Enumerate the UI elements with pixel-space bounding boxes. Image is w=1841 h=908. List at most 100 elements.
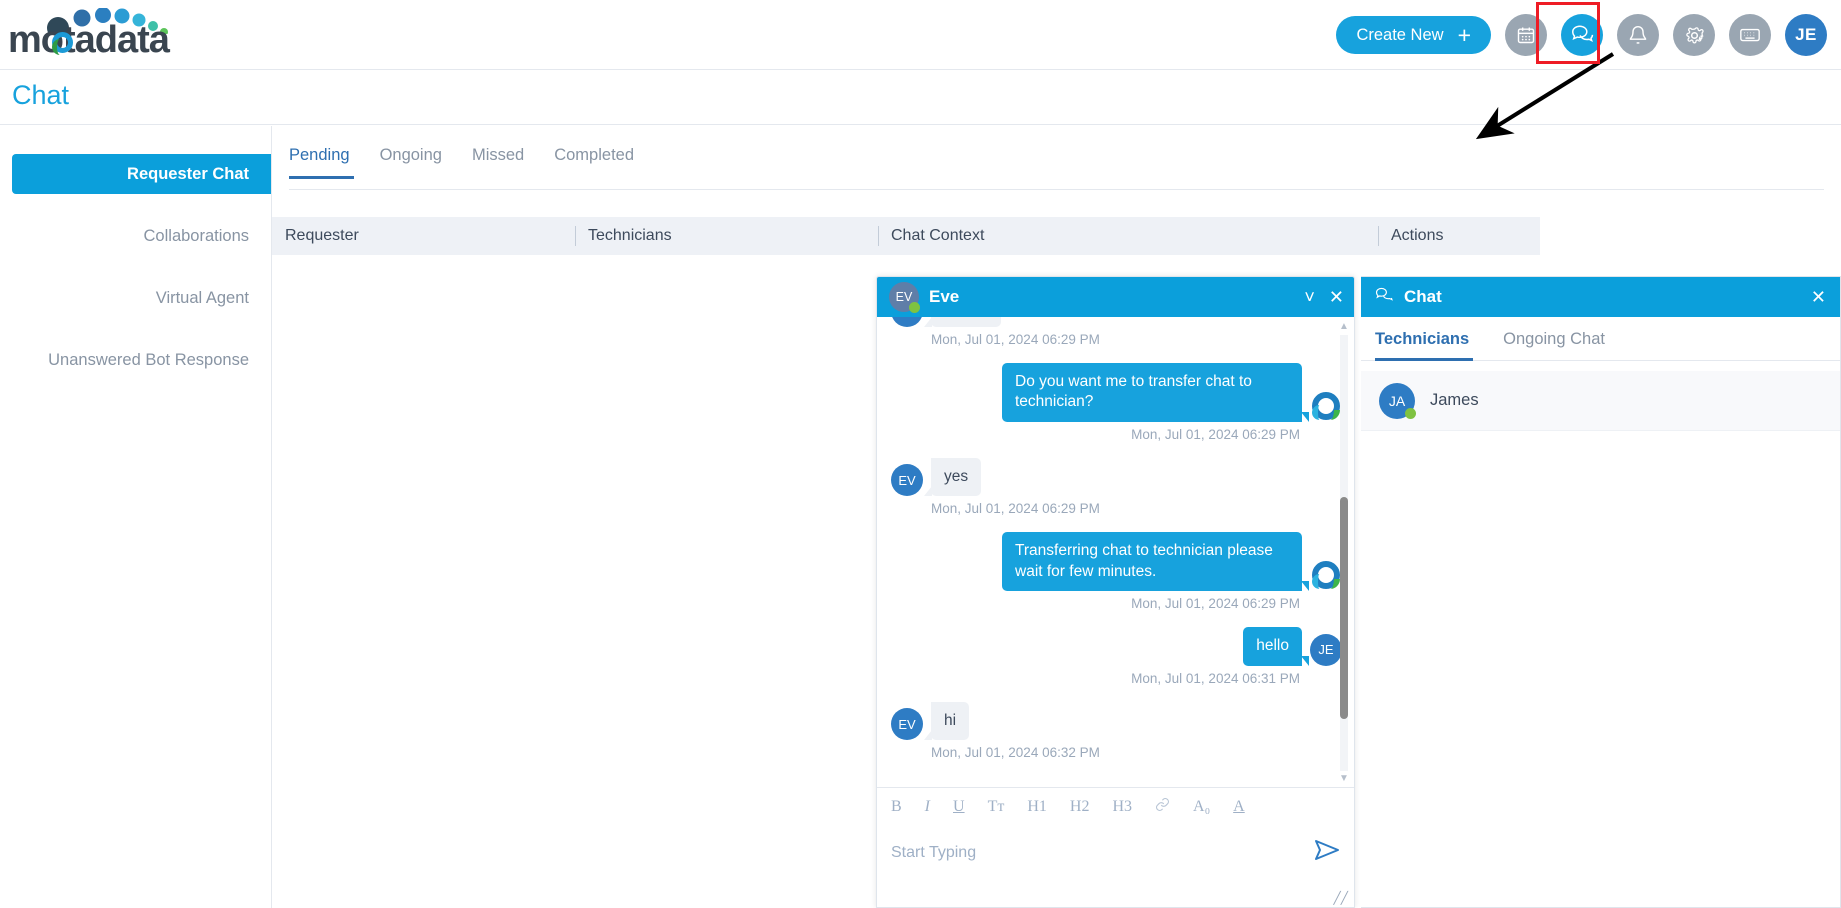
create-new-button[interactable]: Create New +	[1336, 16, 1491, 54]
close-icon[interactable]: ✕	[1811, 287, 1826, 308]
chat-window-title: Eve	[929, 287, 960, 306]
heading-1-icon[interactable]: H1	[1027, 798, 1047, 816]
chat-scrollbar[interactable]: ▲ ▼	[1338, 321, 1350, 785]
message-input[interactable]: Start Typing	[891, 844, 976, 862]
logo-wordmark: motadata	[8, 19, 170, 61]
left-sidebar: Requester Chat Collaborations Virtual Ag…	[0, 126, 272, 908]
online-status-dot	[1405, 407, 1416, 419]
message-bubble: hello	[1243, 627, 1309, 667]
link-icon[interactable]	[1155, 797, 1170, 817]
text-color-icon[interactable]: A	[1233, 798, 1245, 816]
chat-message: EV yes Mon, Jul 01, 2024 06:29 PM	[891, 457, 1342, 517]
sidebar-item-requester-chat[interactable]: Requester Chat	[12, 154, 271, 194]
chat-contact-avatar: EV	[889, 282, 920, 313]
editor-toolbar: B I U Tт H1 H2 H3 A₀ A	[877, 788, 1354, 817]
tabs-divider	[289, 189, 1824, 190]
avatar-initials: EV	[898, 472, 916, 488]
message-timestamp: Mon, Jul 01, 2024 06:32 PM	[931, 745, 1100, 761]
tab-label: Missed	[471, 146, 525, 164]
message-bubble	[924, 317, 1001, 327]
column-header-technicians[interactable]: Technicians	[575, 217, 878, 255]
tab-ongoing[interactable]: Ongoing	[380, 140, 460, 179]
chevron-down-icon[interactable]: ˅	[1304, 288, 1315, 306]
plus-icon: +	[1457, 21, 1471, 48]
message-timestamp: Mon, Jul 01, 2024 06:29 PM	[931, 501, 1100, 517]
chat-message-list[interactable]: EV Mon, Jul 01, 2024 06:29 PM Do you wan…	[877, 317, 1354, 789]
italic-icon[interactable]: I	[925, 798, 930, 816]
app-logo[interactable]: motadata	[8, 6, 208, 64]
tab-label: Completed	[554, 146, 635, 164]
sidebar-item-virtual-agent[interactable]: Virtual Agent	[0, 278, 271, 318]
avatar-initials: JA	[1388, 392, 1406, 409]
tab-completed[interactable]: Completed	[554, 140, 652, 179]
column-header-chat-context[interactable]: Chat Context	[878, 217, 1378, 255]
tab-pending[interactable]: Pending	[289, 140, 368, 179]
font-size-icon[interactable]: Tт	[988, 798, 1005, 816]
notification-bell-icon[interactable]	[1617, 14, 1659, 56]
column-label: Technicians	[588, 227, 672, 244]
top-header: motadata Create New + JE	[0, 0, 1841, 70]
technician-avatar: JA	[1379, 382, 1416, 419]
message-text: hi	[944, 711, 957, 729]
message-text: yes	[944, 467, 969, 485]
clear-format-icon[interactable]: A₀	[1193, 798, 1210, 816]
column-header-requester[interactable]: Requester	[272, 217, 575, 255]
message-timestamp: Mon, Jul 01, 2024 06:29 PM	[1131, 596, 1300, 612]
settings-gear-icon[interactable]	[1673, 14, 1715, 56]
chat-editor: B I U Tт H1 H2 H3 A₀ A Start Typing ╱╱	[877, 787, 1354, 907]
message-text: Do you want me to transfer chat to techn…	[1015, 373, 1252, 411]
avatar-initials: EV	[895, 290, 913, 304]
tab-label: Ongoing Chat	[1503, 330, 1605, 348]
page-title: Chat	[12, 80, 70, 110]
header-actions: Create New + JE	[1336, 0, 1827, 70]
keyboard-icon[interactable]	[1729, 14, 1771, 56]
chat-message: hello JE Mon, Jul 01, 2024 06:31 PM	[891, 627, 1342, 686]
underline-icon[interactable]: U	[953, 798, 965, 816]
tab-label: Pending	[289, 146, 350, 164]
chat-side-panel: Chat ✕ Technicians Ongoing Chat JA James	[1361, 276, 1841, 908]
column-header-actions[interactable]: Actions	[1378, 217, 1540, 255]
tab-technicians[interactable]: Technicians	[1375, 317, 1483, 361]
scroll-up-icon[interactable]: ▲	[1338, 321, 1350, 333]
send-icon[interactable]	[1314, 838, 1340, 867]
message-timestamp: Mon, Jul 01, 2024 06:29 PM	[931, 332, 1100, 347]
technician-name: James	[1430, 391, 1479, 409]
message-avatar: EV	[891, 317, 923, 327]
message-text: hello	[1256, 637, 1289, 655]
user-avatar[interactable]: JE	[1785, 14, 1827, 56]
avatar-initials: JE	[1795, 25, 1817, 44]
message-bubble: yes	[923, 457, 982, 497]
close-icon[interactable]: ✕	[1329, 288, 1344, 306]
chat-message: EV Mon, Jul 01, 2024 06:29 PM	[891, 317, 1342, 347]
chat-panel-title: Chat	[1404, 287, 1442, 306]
message-bubble: Do you want me to transfer chat to techn…	[1002, 363, 1309, 422]
status-tabs: Pending Ongoing Missed Completed	[289, 140, 664, 179]
technician-list-item[interactable]: JA James	[1361, 371, 1840, 431]
bold-icon[interactable]: B	[891, 798, 902, 816]
chat-icon	[1375, 286, 1395, 309]
column-label: Chat Context	[891, 227, 985, 244]
column-label: Actions	[1391, 227, 1444, 244]
tab-label: Ongoing	[379, 146, 442, 164]
sidebar-item-collaborations[interactable]: Collaborations	[0, 216, 271, 256]
scroll-down-icon[interactable]: ▼	[1338, 773, 1350, 785]
heading-3-icon[interactable]: H3	[1112, 798, 1132, 816]
chat-message: Do you want me to transfer chat to techn…	[891, 363, 1342, 442]
tab-ongoing-chat[interactable]: Ongoing Chat	[1503, 317, 1619, 360]
sidebar-item-unanswered-bot-response[interactable]: Unanswered Bot Response	[0, 340, 271, 380]
message-avatar: EV	[891, 464, 923, 497]
chat-icon[interactable]	[1561, 14, 1603, 56]
sidebar-item-label: Unanswered Bot Response	[48, 350, 249, 369]
heading-2-icon[interactable]: H2	[1070, 798, 1090, 816]
calendar-icon[interactable]	[1505, 14, 1547, 56]
tab-label: Technicians	[1375, 330, 1470, 348]
page-title-bar: Chat	[0, 70, 1841, 125]
resize-handle-icon[interactable]: ╱╱	[1334, 891, 1348, 905]
avatar-initials: EV	[898, 716, 916, 732]
tab-missed[interactable]: Missed	[472, 140, 542, 179]
avatar-initials: EV	[898, 317, 915, 319]
chat-message: EV hi Mon, Jul 01, 2024 06:32 PM	[891, 701, 1342, 761]
message-timestamp: Mon, Jul 01, 2024 06:31 PM	[1131, 670, 1300, 686]
online-status-dot	[909, 302, 920, 313]
scrollbar-thumb[interactable]	[1340, 497, 1348, 719]
